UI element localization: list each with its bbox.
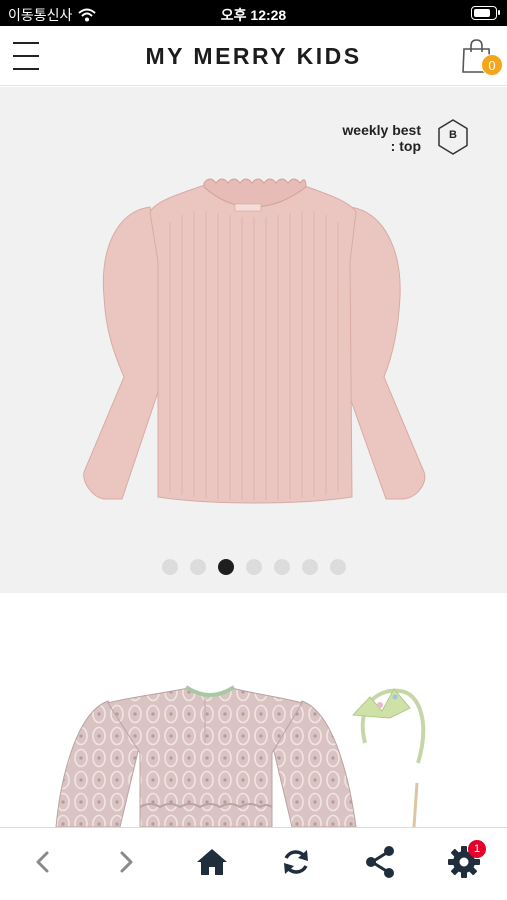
- slider-dot[interactable]: [161, 559, 178, 575]
- hero-slider[interactable]: weekly best : top B: [0, 87, 507, 593]
- app-header: MY MERRY KIDS 0: [0, 26, 507, 86]
- battery-icon: [471, 6, 500, 20]
- cart-button[interactable]: 0: [461, 38, 503, 78]
- settings-notification-badge: 1: [468, 840, 486, 858]
- back-button[interactable]: [23, 842, 63, 882]
- settings-button[interactable]: 1: [444, 840, 486, 882]
- slider-dot[interactable]: [301, 559, 318, 575]
- grade-badge[interactable]: B: [437, 119, 469, 155]
- refresh-icon: [284, 850, 308, 874]
- refresh-button[interactable]: [276, 842, 316, 882]
- slider-pagination: [0, 559, 507, 575]
- product-card[interactable]: [0, 593, 507, 827]
- bottom-navigation: 1: [0, 827, 507, 900]
- weekly-best-line2: : top: [390, 138, 421, 154]
- weekly-best-line1: weekly best: [342, 122, 421, 138]
- battery-level: [474, 9, 490, 17]
- slider-dot[interactable]: [189, 559, 206, 575]
- slider-dot[interactable]: [329, 559, 346, 575]
- status-time: 오후 12:28: [220, 7, 287, 23]
- brand-title: MY MERRY KIDS: [145, 43, 362, 69]
- home-button[interactable]: [192, 842, 232, 882]
- slider-dot[interactable]: [273, 559, 290, 575]
- share-button[interactable]: [360, 842, 400, 882]
- cart-count-badge: 0: [481, 54, 503, 76]
- forward-button[interactable]: [106, 842, 146, 882]
- chevron-right-icon: [120, 851, 133, 873]
- slider-dot[interactable]: [217, 559, 234, 575]
- grade-label: B: [449, 129, 457, 141]
- slider-dot[interactable]: [245, 559, 262, 575]
- chevron-left-icon: [36, 851, 49, 873]
- share-icon: [366, 846, 394, 878]
- home-icon: [197, 849, 227, 875]
- weekly-best-label: weekly best : top: [342, 122, 421, 154]
- status-bar: 이동통신사 오후 12:28: [0, 0, 507, 26]
- product-image-pink-top: [83, 178, 426, 504]
- product-image-patterned-dress: [55, 685, 426, 827]
